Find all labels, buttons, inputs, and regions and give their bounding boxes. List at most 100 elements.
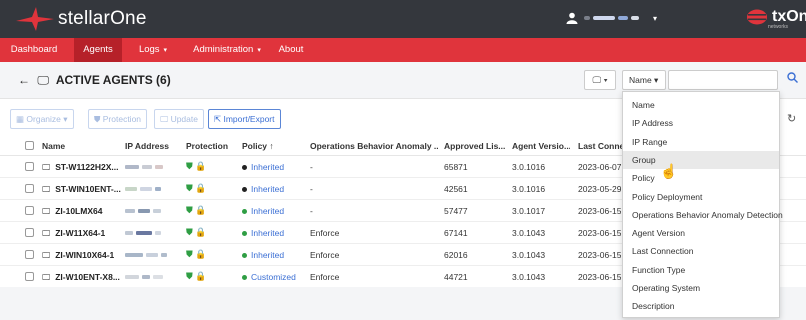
row-checkbox[interactable] xyxy=(25,206,34,215)
logo-text: stellarOne xyxy=(58,8,147,29)
nav-administration[interactable]: Administration ▾ xyxy=(183,38,271,62)
refresh-icon[interactable]: ↻ xyxy=(787,112,796,125)
user-menu[interactable]: ▾ xyxy=(566,12,657,24)
policy-text: Inherited xyxy=(251,162,285,172)
chevron-down-icon: ▾ xyxy=(257,47,261,54)
row-checkbox[interactable] xyxy=(25,250,34,259)
row-checkbox[interactable] xyxy=(25,162,34,171)
view-mode-button[interactable]: 🖵 ▾ xyxy=(584,70,616,90)
dropdown-option[interactable]: Function Type xyxy=(623,261,779,279)
agent-name[interactable]: 🖵 ZI-10LMX64 xyxy=(42,206,122,217)
dropdown-option[interactable]: Policy xyxy=(623,169,779,187)
shield-check-icon: ⛊ xyxy=(186,161,193,171)
dropdown-option[interactable]: Last Connection xyxy=(623,242,779,260)
search-icon[interactable] xyxy=(782,70,802,90)
row-checkbox[interactable] xyxy=(25,184,34,193)
search-input[interactable] xyxy=(668,70,778,90)
dropdown-option[interactable]: IP Address xyxy=(623,114,779,132)
agent-name-text: ZI-WIN10X64-1 xyxy=(55,250,115,260)
protection-label: Protection xyxy=(102,114,142,124)
nav-agents[interactable]: Agents xyxy=(74,38,122,62)
organize-button[interactable]: ▦ Organize ▾ xyxy=(10,109,74,129)
hand-cursor-icon: ☝ xyxy=(660,163,678,179)
shield-icon: ⛊ xyxy=(94,114,103,124)
organize-label: Organize ▾ xyxy=(26,114,68,124)
col-oba[interactable]: Operations Behavior Anomaly ... xyxy=(310,141,438,151)
txone-brand: txOne networks xyxy=(746,8,806,30)
page-title-text: ACTIVE AGENTS (6) xyxy=(55,73,171,87)
oba-value: Enforce xyxy=(310,272,340,282)
col-agent-version[interactable]: Agent Versio... xyxy=(512,141,570,151)
policy-link[interactable]: Customized xyxy=(242,272,296,282)
nav-about[interactable]: About xyxy=(274,38,308,62)
lock-icon: 🔒 xyxy=(195,183,207,193)
nav-label: Dashboard xyxy=(10,44,58,55)
chevron-down-icon: ▾ xyxy=(653,13,658,23)
dropdown-option[interactable]: Operations Behavior Anomaly Detection xyxy=(623,206,783,224)
approved-list-value: 67141 xyxy=(444,228,468,238)
dropdown-option[interactable]: Description xyxy=(623,297,779,315)
dropdown-option[interactable]: Group xyxy=(623,150,779,169)
agent-version-value: 3.0.1043 xyxy=(512,250,546,260)
agent-name[interactable]: 🖵 ST-W1122H2X... xyxy=(42,162,122,173)
col-policy[interactable]: Policy ↑ xyxy=(242,141,274,151)
update-button[interactable]: 🖵 Update xyxy=(154,109,204,129)
monitor-icon: 🖵 xyxy=(42,228,51,238)
nav-label: Logs xyxy=(138,44,160,55)
shield-check-icon: ⛊ xyxy=(186,205,193,215)
policy-text: Inherited xyxy=(251,250,285,260)
nav-dashboard[interactable]: Dashboard xyxy=(0,38,68,62)
agent-version-value: 3.0.1016 xyxy=(512,162,546,172)
col-protection[interactable]: Protection xyxy=(186,141,228,151)
chevron-down-icon: ▾ xyxy=(163,47,168,54)
policy-link[interactable]: Inherited xyxy=(242,228,284,238)
row-checkbox[interactable] xyxy=(25,272,34,281)
row-checkbox[interactable] xyxy=(25,228,34,237)
redacted-ip-address xyxy=(125,275,163,279)
oba-value: Enforce xyxy=(310,250,340,260)
policy-link[interactable]: Inherited xyxy=(242,206,284,216)
shield-check-icon: ⛊ xyxy=(186,271,193,281)
import-export-button[interactable]: ⇱ Import/Export xyxy=(208,109,281,129)
agent-name[interactable]: 🖵 ZI-WIN10X64-1 xyxy=(42,250,122,261)
monitor-icon: 🖵 xyxy=(42,184,51,194)
brand-text: txOne xyxy=(772,8,806,25)
dropdown-option[interactable]: Policy Deployment xyxy=(623,188,779,206)
policy-link[interactable]: Inherited xyxy=(242,162,284,172)
col-name[interactable]: Name xyxy=(42,141,65,151)
redacted-ip-address xyxy=(125,253,167,257)
policy-link[interactable]: Inherited xyxy=(242,184,284,194)
back-arrow-icon[interactable]: ← xyxy=(18,73,30,87)
nav-logs[interactable]: Logs ▾ xyxy=(128,38,178,62)
agent-name[interactable]: 🖵 ST-WIN10ENT-... xyxy=(42,184,122,195)
shield-check-icon: ⛊ xyxy=(186,227,193,237)
txone-logo-icon xyxy=(747,9,767,25)
col-last-connection[interactable]: Last Conne xyxy=(578,141,622,151)
dropdown-option[interactable]: Agent Version xyxy=(623,224,779,242)
lock-icon: 🔒 xyxy=(195,249,207,259)
policy-link[interactable]: Inherited xyxy=(242,250,284,260)
user-icon xyxy=(566,12,578,24)
select-all-checkbox[interactable] xyxy=(25,141,34,150)
dropdown-option[interactable]: Operating System xyxy=(623,279,779,297)
dropdown-option[interactable]: IP Range xyxy=(623,133,779,151)
dropdown-option[interactable]: Name xyxy=(623,96,779,114)
star-logo-icon xyxy=(14,7,54,31)
stellarone-logo[interactable]: stellarOne xyxy=(14,7,147,31)
agent-name-text: ZI-W10ENT-X8... xyxy=(55,272,120,282)
protection-status: ⛊ 🔒 xyxy=(186,161,207,172)
agent-name[interactable]: 🖵 ZI-W11X64-1 xyxy=(42,228,122,239)
agent-name[interactable]: 🖵 ZI-W10ENT-X8... xyxy=(42,272,122,283)
col-approved-list[interactable]: Approved Lis... xyxy=(444,141,506,151)
redacted-ip-address xyxy=(125,231,161,235)
protection-button[interactable]: ⛊ Protection xyxy=(88,109,148,129)
agent-version-value: 3.0.1043 xyxy=(512,228,546,238)
search-field-dropdown: Name IP Address IP Range Group Policy Policy … xyxy=(622,91,783,318)
protection-status: ⛊ 🔒 xyxy=(186,205,207,216)
policy-text: Customized xyxy=(251,272,296,282)
search-field-select[interactable]: Name ▾ xyxy=(622,70,666,90)
col-ip-address[interactable]: IP Address xyxy=(125,141,169,151)
policy-status-dot xyxy=(242,231,247,237)
last-connection-value: 2023-06-15 xyxy=(578,250,622,260)
import-export-label: Import/Export xyxy=(223,114,275,124)
